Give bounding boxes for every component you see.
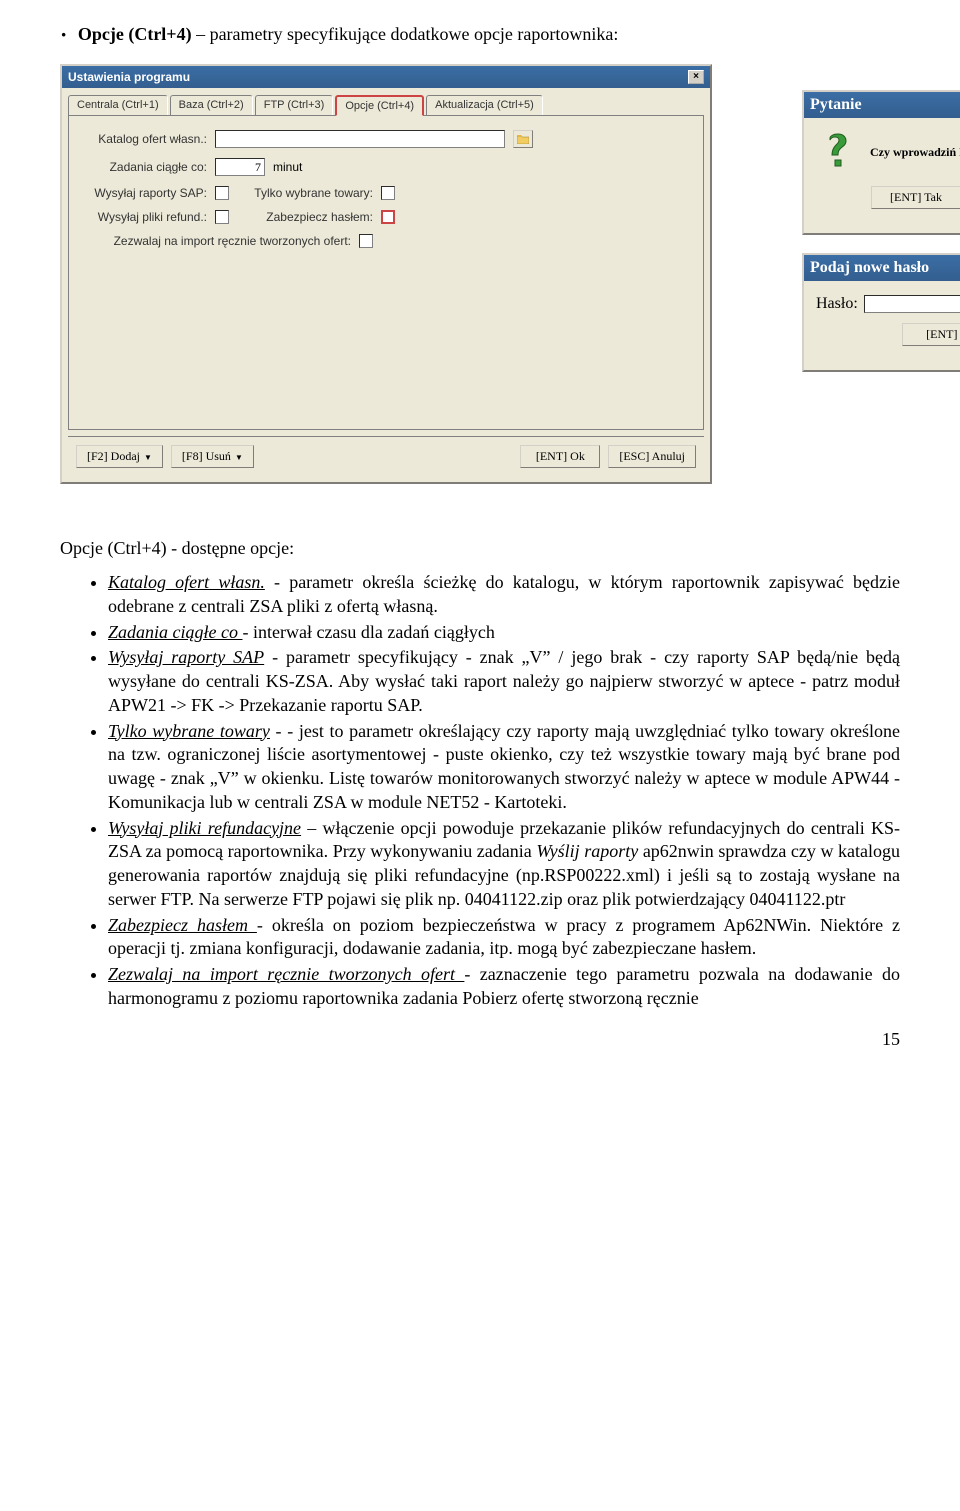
dialog-nowe-haslo: Podaj nowe hasło × Hasło: [ENT] OK [ESC]… [802,253,960,372]
list-item: Wysyłaj raporty SAP - parametr specyfiku… [108,646,900,717]
dialog-haslo-title-bar: Podaj nowe hasło × [804,255,960,281]
settings-window-title: Ustawienia programu [68,70,190,84]
checkbox-zabezpiecz-haslem[interactable] [381,210,395,224]
chevron-down-icon: ▼ [144,453,152,462]
label-minut: minut [273,160,302,174]
desc-zadania: - interwał czasu dla zadań ciągłych [242,622,494,642]
label-sap: Wysyłaj raporty SAP: [79,186,207,200]
label-zadania: Zadania ciągłe co: [79,160,207,174]
input-katalog-ofert[interactable] [215,130,505,148]
dialog-pytanie-title-bar: Pytanie × [804,92,960,118]
term-katalog: Katalog ofert własn. [108,572,265,592]
bullet-dot: · [60,22,67,47]
list-item: Zabezpiecz hasłem - określa on poziom be… [108,914,900,962]
button-usun[interactable]: [F8] Usuń▼ [171,445,254,468]
section-subtitle: Opcje (Ctrl+4) - dostępne opcje: [60,538,900,559]
page-number: 15 [60,1029,900,1050]
input-nowe-haslo[interactable] [864,295,960,313]
browse-folder-button[interactable] [513,130,533,148]
dialog-pytanie: Pytanie × Czy wprowadziń hasło zabezpiec… [802,90,960,235]
settings-window: Ustawienia programu × Centrala (Ctrl+1) … [60,64,712,484]
dialog-haslo-title: Podaj nowe hasło [810,259,929,277]
checkbox-import-ofert[interactable] [359,234,373,248]
folder-icon [517,134,529,144]
page-heading: · Opcje (Ctrl+4) – parametry specyfikują… [60,20,900,46]
list-item: Tylko wybrane towary - - jest to paramet… [108,720,900,815]
italic-wyslij-raporty: Wyślij raporty [536,841,638,861]
heading-bold-part: Opcje (Ctrl+4) [78,24,192,44]
label-haslo-field: Hasło: [816,295,858,313]
label-haslo: Zabezpiecz hasłem: [237,210,373,224]
term-haslo: Zabezpiecz hasłem [108,915,257,935]
tab-aktualizacja[interactable]: Aktualizacja (Ctrl+5) [426,95,543,116]
term-import: Zezwalaj na import ręcznie tworzonych of… [108,964,464,984]
tab-baza[interactable]: Baza (Ctrl+2) [170,95,253,116]
button-ok[interactable]: [ENT] Ok [520,445,600,468]
dialog-pytanie-text: Czy wprowadziń hasło zabezpieczające? [870,145,960,160]
close-icon[interactable]: × [688,70,704,84]
list-item: Zezwalaj na import ręcznie tworzonych of… [108,963,900,1011]
tab-centrala[interactable]: Centrala (Ctrl+1) [68,95,168,116]
button-haslo-ok[interactable]: [ENT] OK [902,323,960,346]
list-item: Katalog ofert własn. - parametr określa … [108,571,900,619]
term-refund: Wysyłaj pliki refundacyjne [108,818,301,838]
tab-strip: Centrala (Ctrl+1) Baza (Ctrl+2) FTP (Ctr… [62,88,710,115]
dialog-pytanie-title: Pytanie [810,96,862,114]
checkbox-sap[interactable] [215,186,229,200]
list-item: Wysyłaj pliki refundacyjne – włączenie o… [108,817,900,912]
button-tak[interactable]: [ENT] Tak [871,186,960,209]
settings-button-bar: [F2] Dodaj▼ [F8] Usuń▼ [ENT] Ok [ESC] An… [68,436,704,476]
label-import: Zezwalaj na import ręcznie tworzonych of… [99,234,351,248]
question-icon [816,132,856,172]
bullet-list: Katalog ofert własn. - parametr określa … [60,571,900,1011]
checkbox-refund[interactable] [215,210,229,224]
button-anuluj[interactable]: [ESC] Anuluj [608,445,696,468]
term-towary: Tylko wybrane towary [108,721,270,741]
label-wybrane: Tylko wybrane towary: [237,186,373,200]
tab-panel-opcje: Katalog ofert własn.: Zadania ciągłe co:… [68,115,704,430]
tab-opcje[interactable]: Opcje (Ctrl+4) [335,95,424,116]
button-dodaj[interactable]: [F2] Dodaj▼ [76,445,163,468]
tab-ftp[interactable]: FTP (Ctrl+3) [255,95,334,116]
dialog-stack: Pytanie × Czy wprowadziń hasło zabezpiec… [802,90,960,390]
heading-rest: – parametry specyfikujące dodatkowe opcj… [192,24,619,44]
input-zadania-interval[interactable] [215,158,265,176]
term-sap: Wysyłaj raporty SAP [108,647,264,667]
screenshot-composite: Ustawienia programu × Centrala (Ctrl+1) … [60,64,920,484]
chevron-down-icon: ▼ [235,453,243,462]
settings-title-bar: Ustawienia programu × [62,66,710,88]
checkbox-wybrane-towary[interactable] [381,186,395,200]
term-zadania: Zadania ciągłe co [108,622,242,642]
list-item: Zadania ciągłe co - interwał czasu dla z… [108,621,900,645]
label-refund: Wysyłaj pliki refund.: [79,210,207,224]
label-katalog: Katalog ofert własn.: [79,132,207,146]
